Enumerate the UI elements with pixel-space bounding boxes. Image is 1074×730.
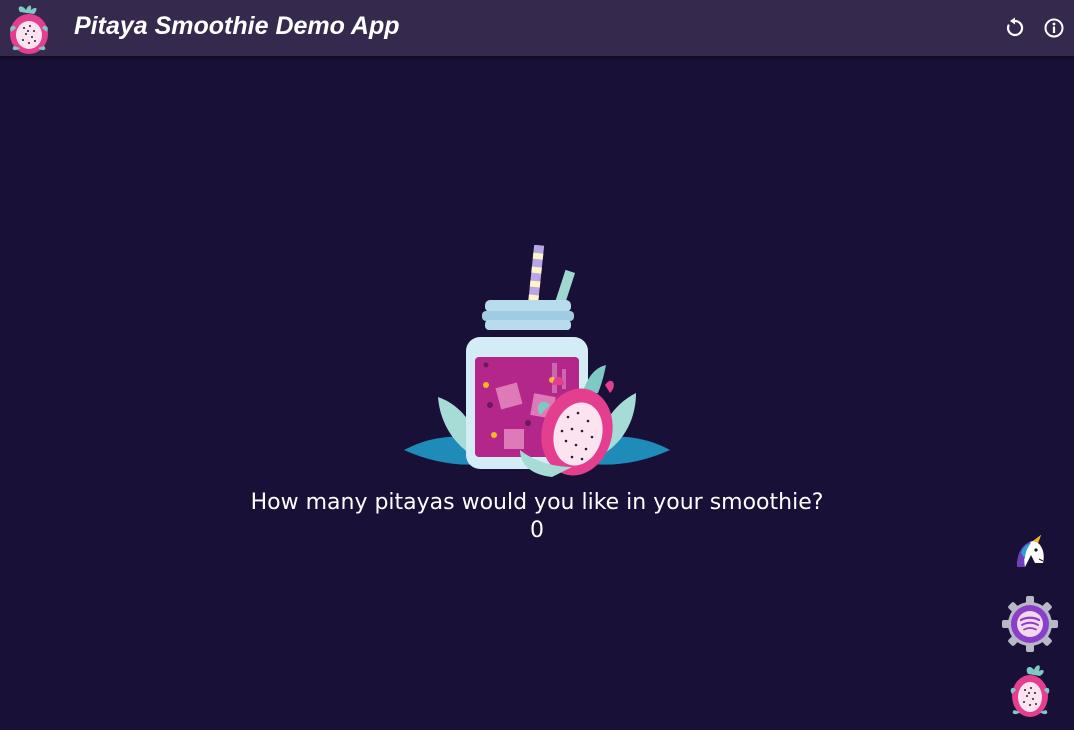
top-app-bar: Pitaya Smoothie Demo App	[0, 0, 1074, 56]
dragon-fruit-icon[interactable]	[1008, 662, 1052, 718]
unicorn-icon[interactable]	[1011, 533, 1047, 569]
app-title: Pitaya Smoothie Demo App	[74, 12, 400, 40]
app-root: Pitaya Smoothie Demo App How many pitaya…	[0, 0, 1074, 730]
smoothie-jar-icon	[404, 245, 670, 477]
pitaya-count: 0	[530, 518, 544, 543]
reset-icon[interactable]	[1004, 17, 1026, 39]
info-icon[interactable]	[1043, 17, 1065, 39]
pitaya-question: How many pitayas would you like in your …	[250, 490, 824, 515]
dragon-fruit-icon	[10, 5, 48, 54]
spotify-gear-icon[interactable]	[1002, 596, 1058, 652]
